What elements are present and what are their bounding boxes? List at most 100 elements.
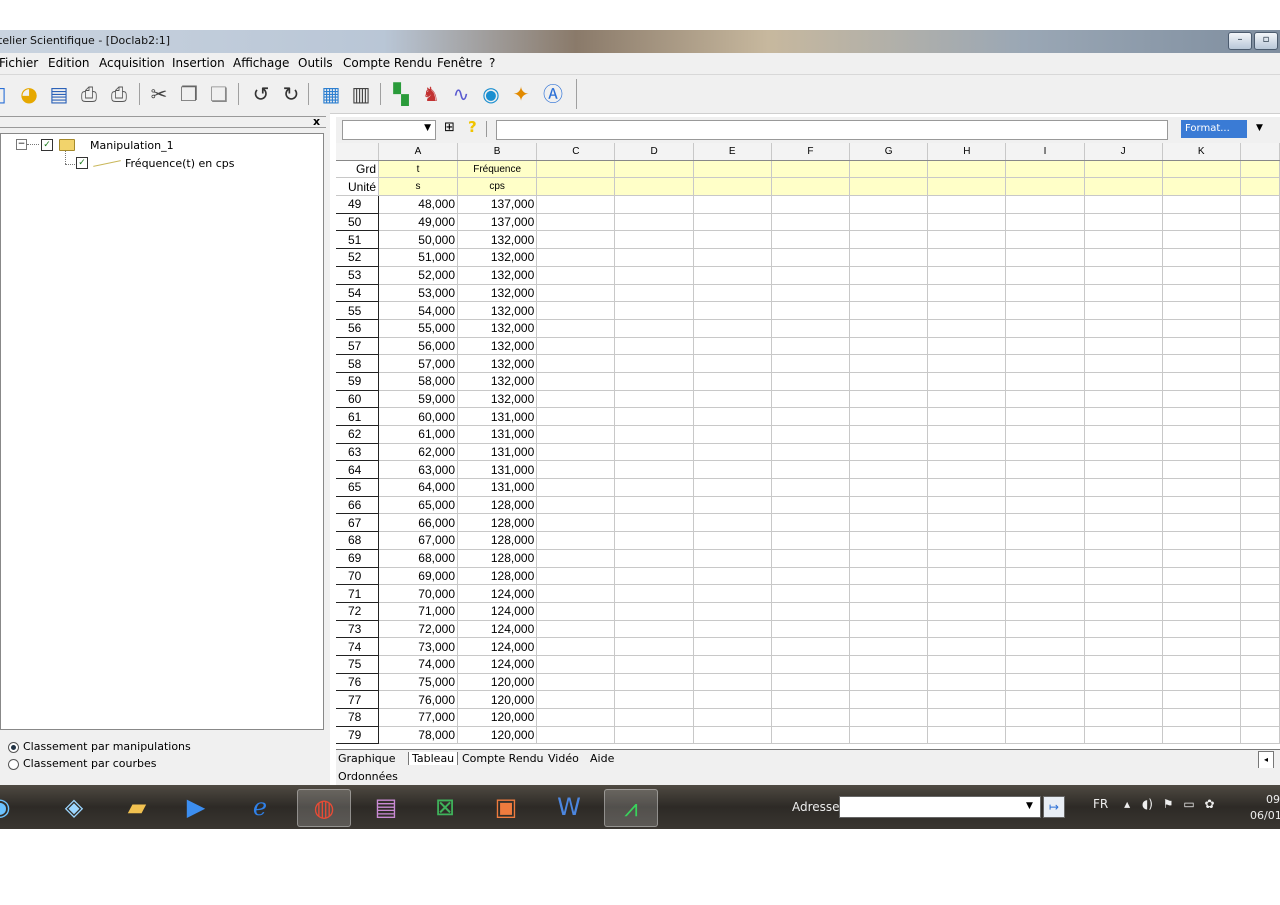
save-icon[interactable]: ▤ — [46, 81, 72, 107]
sort-by-manipulation-option[interactable]: Classement par manipulations — [8, 740, 191, 753]
table-cell[interactable] — [536, 478, 616, 497]
table-cell[interactable] — [1084, 708, 1163, 727]
table-cell[interactable] — [1162, 655, 1241, 674]
table-cell[interactable] — [771, 708, 851, 727]
manipulation-checkbox[interactable]: ✓ — [41, 139, 53, 151]
table-cell[interactable] — [849, 248, 929, 267]
table-cell[interactable] — [771, 584, 851, 603]
tab-tableau[interactable]: Tableau — [408, 752, 459, 765]
table-cell[interactable] — [1162, 354, 1241, 373]
row-header[interactable]: 78 — [336, 708, 380, 727]
table-cell[interactable] — [1240, 195, 1280, 214]
table-cell[interactable]: 124,000 — [457, 620, 538, 639]
table-cell[interactable] — [1162, 301, 1241, 320]
table-cell[interactable]: 72,000 — [378, 620, 458, 639]
table-cell[interactable] — [1084, 690, 1163, 709]
table-cell[interactable] — [536, 337, 616, 356]
copy-icon[interactable]: ❐ — [176, 81, 202, 107]
table-cell[interactable]: 66,000 — [378, 513, 458, 533]
go-arrow-icon[interactable]: ↦ — [1043, 796, 1065, 818]
unit-cell[interactable] — [1005, 177, 1085, 197]
table-cell[interactable] — [1084, 337, 1163, 356]
table-cell[interactable]: 71,000 — [378, 602, 458, 621]
table-cell[interactable] — [1005, 319, 1085, 338]
table-cell[interactable]: 64,000 — [378, 478, 458, 497]
table-cell[interactable] — [1084, 248, 1163, 267]
tray-expand-icon[interactable]: ▴ — [1124, 797, 1130, 811]
table-cell[interactable] — [1240, 425, 1280, 444]
table-cell[interactable] — [927, 549, 1007, 568]
table-cell[interactable]: 120,000 — [457, 673, 538, 692]
table-cell[interactable] — [849, 284, 929, 303]
table-cell[interactable] — [1240, 443, 1280, 462]
magnitude-cell[interactable] — [1084, 160, 1163, 179]
table-cell[interactable] — [614, 549, 694, 568]
row-header[interactable]: 67 — [336, 513, 380, 533]
table-cell[interactable] — [1162, 443, 1241, 462]
table-cell[interactable] — [536, 266, 616, 285]
table-cell[interactable] — [1084, 478, 1163, 497]
start-button[interactable]: ◉ — [0, 789, 26, 825]
column-header[interactable]: C — [536, 143, 616, 161]
column-header[interactable]: J — [1084, 143, 1163, 161]
magnitude-cell[interactable] — [849, 160, 929, 179]
table-cell[interactable]: 128,000 — [457, 513, 538, 533]
menu-insertion[interactable]: Insertion — [172, 56, 225, 70]
magnitude-cell[interactable] — [927, 160, 1007, 179]
table-cell[interactable] — [614, 655, 694, 674]
table-cell[interactable] — [849, 513, 929, 533]
table-cell[interactable] — [1240, 513, 1280, 533]
media-player-icon[interactable]: ▶ — [170, 789, 222, 825]
table-cell[interactable] — [849, 390, 929, 409]
row-header[interactable]: 53 — [336, 266, 380, 285]
table-cell[interactable] — [927, 531, 1007, 550]
table-cell[interactable] — [1162, 602, 1241, 621]
table-cell[interactable] — [771, 673, 851, 692]
table-cell[interactable] — [771, 248, 851, 267]
table-cell[interactable] — [1005, 337, 1085, 356]
table-cell[interactable] — [1240, 690, 1280, 709]
table-cell[interactable] — [1084, 390, 1163, 409]
table-cell[interactable] — [693, 284, 772, 303]
table-cell[interactable] — [536, 620, 616, 639]
table-cell[interactable]: 55,000 — [378, 319, 458, 338]
address-input[interactable]: ▼ — [839, 796, 1041, 818]
print-preview-icon[interactable]: ⎙ — [106, 81, 132, 107]
menu-fenetre[interactable]: Fenêtre — [437, 56, 482, 70]
table-cell[interactable] — [614, 584, 694, 603]
table-cell[interactable] — [927, 248, 1007, 267]
table-cell[interactable]: 120,000 — [457, 708, 538, 727]
table-cell[interactable] — [1005, 531, 1085, 550]
table-cell[interactable] — [1084, 407, 1163, 426]
table-cell[interactable] — [771, 443, 851, 462]
table-cell[interactable] — [771, 390, 851, 409]
table-cell[interactable]: 61,000 — [378, 425, 458, 444]
table-cell[interactable]: 60,000 — [378, 407, 458, 426]
table-cell[interactable] — [614, 301, 694, 320]
table-cell[interactable] — [1005, 602, 1085, 621]
table-cell[interactable] — [693, 531, 772, 550]
clock-time[interactable]: 09 — [1266, 793, 1280, 806]
table-cell[interactable] — [693, 496, 772, 515]
table-cell[interactable] — [927, 407, 1007, 426]
table-cell[interactable] — [1162, 213, 1241, 232]
table-cell[interactable] — [927, 443, 1007, 462]
table-cell[interactable]: 76,000 — [378, 690, 458, 709]
magnitude-cell[interactable]: t — [378, 160, 458, 179]
paste-icon[interactable]: ❏ — [206, 81, 232, 107]
table-cell[interactable] — [1005, 284, 1085, 303]
table-cell[interactable] — [1005, 248, 1085, 267]
table-cell[interactable] — [1162, 690, 1241, 709]
table-cell[interactable] — [1162, 460, 1241, 480]
table-cell[interactable] — [614, 425, 694, 444]
column-header[interactable]: B — [457, 143, 538, 161]
table-cell[interactable] — [1240, 319, 1280, 338]
row-header[interactable]: 61 — [336, 407, 380, 426]
tab-compte-rendu[interactable]: Compte Rendu — [462, 752, 544, 765]
column-header[interactable]: E — [693, 143, 772, 161]
chart-icon[interactable]: ▚ — [388, 81, 414, 107]
formula-input[interactable] — [496, 120, 1168, 140]
table-cell[interactable] — [614, 319, 694, 338]
table-cell[interactable] — [1240, 266, 1280, 285]
table-cell[interactable] — [614, 620, 694, 639]
